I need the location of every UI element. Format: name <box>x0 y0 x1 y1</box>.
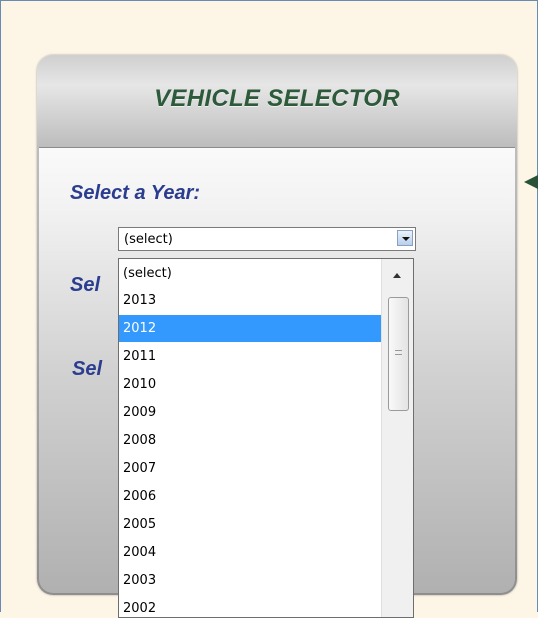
dropdown-option[interactable]: 2013 <box>119 287 381 314</box>
select-year-label: Select a Year: <box>70 182 201 204</box>
year-select-value: (select) <box>124 232 173 247</box>
select-second-label: Sel <box>70 274 101 296</box>
dropdown-option[interactable]: 2004 <box>119 539 381 566</box>
dropdown-option[interactable]: 2002 <box>119 595 381 617</box>
dropdown-option[interactable]: 2006 <box>119 483 381 510</box>
dropdown-option[interactable]: 2008 <box>119 427 381 454</box>
dropdown-option[interactable]: 2003 <box>119 567 381 594</box>
scroll-up-arrow-icon[interactable] <box>393 273 401 278</box>
dropdown-option[interactable]: 2007 <box>119 455 381 482</box>
left-pointer-arrow-icon <box>524 175 538 189</box>
dropdown-option[interactable]: 2009 <box>119 399 381 426</box>
dropdown-option-highlighted[interactable]: 2012 <box>119 315 381 342</box>
dropdown-option[interactable]: 2011 <box>119 343 381 370</box>
dropdown-scrollbar[interactable] <box>381 259 413 617</box>
dropdown-option[interactable]: 2005 <box>119 511 381 538</box>
grip-icon <box>395 350 402 355</box>
scrollbar-thumb[interactable] <box>388 297 409 411</box>
year-select[interactable]: (select) <box>118 227 416 251</box>
year-dropdown-list[interactable]: (select) 2013 2012 2011 2010 2009 2008 2… <box>118 258 414 618</box>
select-third-label: Sel <box>72 358 103 380</box>
chevron-down-icon[interactable] <box>397 230 413 246</box>
dropdown-option[interactable]: 2010 <box>119 371 381 398</box>
dropdown-option[interactable]: (select) <box>119 260 381 287</box>
panel-title: VEHICLE SELECTOR <box>154 85 400 112</box>
